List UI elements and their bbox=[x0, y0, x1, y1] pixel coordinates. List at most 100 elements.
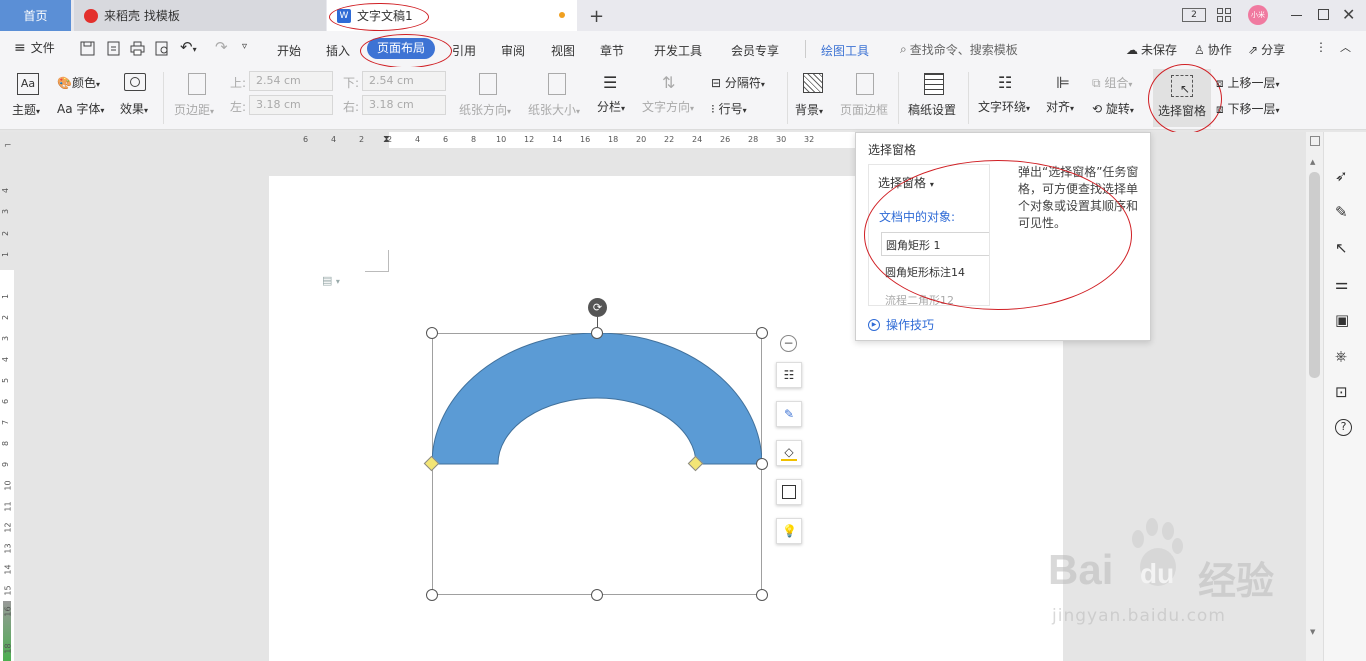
ruler-tick-label: 2 bbox=[387, 135, 393, 144]
navigation-icon[interactable]: ⎈ bbox=[1335, 347, 1353, 365]
resize-handle-s[interactable] bbox=[591, 589, 603, 601]
resize-handle-n[interactable] bbox=[591, 327, 603, 339]
split-view-icon[interactable] bbox=[1310, 136, 1320, 146]
close-window-button[interactable]: ✕ bbox=[1342, 5, 1355, 24]
ruler-corner-icon[interactable]: ⌐ bbox=[4, 141, 12, 151]
resize-handle-nw[interactable] bbox=[426, 327, 438, 339]
theme-button[interactable]: Aa 主题▾ bbox=[12, 73, 48, 123]
avatar[interactable]: 小米 bbox=[1248, 5, 1268, 25]
redo-icon[interactable]: ↷ bbox=[215, 38, 228, 56]
menu-drawing-tools[interactable]: 绘图工具 bbox=[821, 42, 869, 59]
align-label: 对齐 bbox=[1046, 100, 1071, 114]
fill-color-button[interactable]: ◇ bbox=[776, 440, 802, 466]
outline-button[interactable] bbox=[776, 479, 802, 505]
menu-insert[interactable]: 插入 bbox=[326, 42, 350, 59]
window-count-icon[interactable]: 2 bbox=[1182, 8, 1206, 22]
command-search[interactable]: ⌕ 查找命令、搜索模板 bbox=[900, 41, 1018, 58]
manuscript-icon bbox=[924, 73, 944, 95]
background-label: 背景 bbox=[795, 103, 820, 117]
book-search-icon[interactable]: ⊡ bbox=[1335, 383, 1353, 401]
wrap-options-icon: ☷ bbox=[783, 368, 795, 382]
file-menu[interactable]: ≡ 文件 bbox=[14, 39, 55, 56]
resize-handle-se[interactable] bbox=[756, 589, 768, 601]
smart-button[interactable]: 💡 bbox=[776, 518, 802, 544]
collapse-float-icon[interactable]: − bbox=[780, 335, 797, 352]
tooltip-tips-link[interactable]: ▶ 操作技巧 bbox=[868, 316, 934, 333]
tab-docer[interactable]: 来稻壳 找模板 bbox=[74, 0, 326, 31]
help-icon[interactable]: ? bbox=[1335, 419, 1352, 436]
collapse-ribbon-icon[interactable]: ︿ bbox=[1340, 39, 1351, 55]
scroll-up-icon[interactable]: ▲ bbox=[1310, 158, 1315, 166]
rotate-button[interactable]: ⟲ 旋转▾ bbox=[1092, 100, 1134, 117]
font-button[interactable]: Aa 字体▾ bbox=[57, 100, 104, 117]
text-wrap-button[interactable]: ☷ 文字环绕▾ bbox=[978, 73, 1042, 123]
layout-icon[interactable] bbox=[1217, 8, 1231, 22]
bring-forward-button[interactable]: ⧈ 上移一层▾ bbox=[1216, 74, 1280, 91]
margin-top-input[interactable]: 2.54 cm bbox=[249, 71, 333, 91]
color-button[interactable]: 🎨颜色▾ bbox=[57, 74, 100, 91]
menu-view[interactable]: 视图 bbox=[551, 42, 575, 59]
paper-size-button[interactable]: 纸张大小▾ bbox=[528, 73, 588, 123]
new-tab-button[interactable]: + bbox=[589, 6, 604, 27]
selection-pane-button[interactable]: ↖ 选择窗格 bbox=[1153, 69, 1211, 127]
line-numbers-button[interactable]: ⁝ 行号▾ bbox=[711, 100, 747, 117]
send-backward-button[interactable]: ⧈ 下移一层▾ bbox=[1216, 100, 1280, 117]
undo-icon[interactable]: ↶▾ bbox=[180, 38, 197, 56]
manuscript-button[interactable]: 稿纸设置 bbox=[908, 73, 962, 123]
margin-left-input[interactable]: 3.18 cm bbox=[249, 95, 333, 115]
text-direction-button[interactable]: ⇅ 文字方向▾ bbox=[642, 73, 702, 123]
page-border-button[interactable]: 页面边框 bbox=[840, 73, 892, 123]
more-options-icon[interactable]: ⋮ bbox=[1315, 40, 1327, 54]
customize-icon[interactable]: ▿ bbox=[242, 41, 247, 52]
menu-review[interactable]: 审阅 bbox=[501, 42, 525, 59]
effect-button[interactable]: 效果▾ bbox=[120, 73, 156, 123]
menu-developer[interactable]: 开发工具 bbox=[654, 42, 702, 59]
save-icon[interactable] bbox=[80, 41, 95, 56]
export-pdf-icon[interactable] bbox=[106, 41, 121, 56]
pointer-icon[interactable]: ↖ bbox=[1335, 239, 1353, 257]
columns-button[interactable]: ☰ 分栏▾ bbox=[597, 73, 637, 123]
rocket-icon[interactable]: ➶ bbox=[1335, 167, 1353, 185]
paper-size-label: 纸张大小 bbox=[528, 103, 577, 117]
tab-document[interactable]: W 文字文稿1 bbox=[327, 0, 577, 31]
resize-handle-ne[interactable] bbox=[756, 327, 768, 339]
background-button[interactable]: 背景▾ bbox=[795, 73, 835, 123]
rotate-handle-icon[interactable]: ⟳ bbox=[588, 298, 607, 317]
align-button[interactable]: ⊫ 对齐▾ bbox=[1046, 73, 1086, 123]
resize-handle-sw[interactable] bbox=[426, 589, 438, 601]
menu-chapter[interactable]: 章节 bbox=[600, 42, 624, 59]
minimize-button[interactable] bbox=[1291, 15, 1302, 16]
menu-membership[interactable]: 会员专享 bbox=[731, 42, 779, 59]
adjust-sliders-icon[interactable]: ⚌ bbox=[1335, 275, 1353, 293]
tab-home[interactable]: 首页 bbox=[0, 0, 71, 31]
margin-bottom-input[interactable]: 2.54 cm bbox=[362, 71, 446, 91]
collaborate-button[interactable]: ♙ 协作 bbox=[1194, 41, 1232, 58]
menu-references[interactable]: 引用 bbox=[452, 42, 476, 59]
breaks-button[interactable]: ⊟ 分隔符▾ bbox=[711, 74, 765, 91]
vertical-scrollbar[interactable]: ▲ ▼ bbox=[1306, 132, 1323, 661]
paragraph-mark-icon[interactable]: ▤ ▾ bbox=[322, 274, 340, 287]
resize-handle-e[interactable] bbox=[756, 458, 768, 470]
unsaved-button[interactable]: ☁ 未保存 bbox=[1126, 41, 1177, 58]
block-arc-shape[interactable] bbox=[432, 333, 762, 465]
fill-style-button[interactable]: ✎ bbox=[776, 401, 802, 427]
orientation-button[interactable]: 纸张方向▾ bbox=[459, 73, 519, 123]
group-button[interactable]: ⧉ 组合▾ bbox=[1092, 74, 1132, 91]
scroll-thumb[interactable] bbox=[1309, 172, 1320, 378]
margins-button[interactable]: 页边距▾ bbox=[174, 73, 222, 123]
image-settings-icon[interactable]: ▣ bbox=[1335, 311, 1353, 329]
ruler-tick-label: 2 bbox=[1, 230, 11, 237]
layout-options-button[interactable]: ☷ bbox=[776, 362, 802, 388]
print-icon[interactable] bbox=[130, 41, 145, 56]
menu-start[interactable]: 开始 bbox=[277, 42, 301, 59]
share-button[interactable]: ⇗ 分享 bbox=[1248, 41, 1285, 58]
collaborate-label: 协作 bbox=[1207, 43, 1232, 57]
pen-icon[interactable]: ✎ bbox=[1335, 203, 1353, 221]
ribbon-divider bbox=[163, 72, 164, 124]
menu-page-layout[interactable]: 页面布局 bbox=[367, 38, 435, 59]
restore-button[interactable] bbox=[1318, 9, 1329, 20]
scroll-down-icon[interactable]: ▼ bbox=[1310, 628, 1315, 636]
print-preview-icon[interactable] bbox=[155, 41, 170, 56]
align-icon: ⊫ bbox=[1056, 73, 1070, 92]
margin-right-input[interactable]: 3.18 cm bbox=[362, 95, 446, 115]
